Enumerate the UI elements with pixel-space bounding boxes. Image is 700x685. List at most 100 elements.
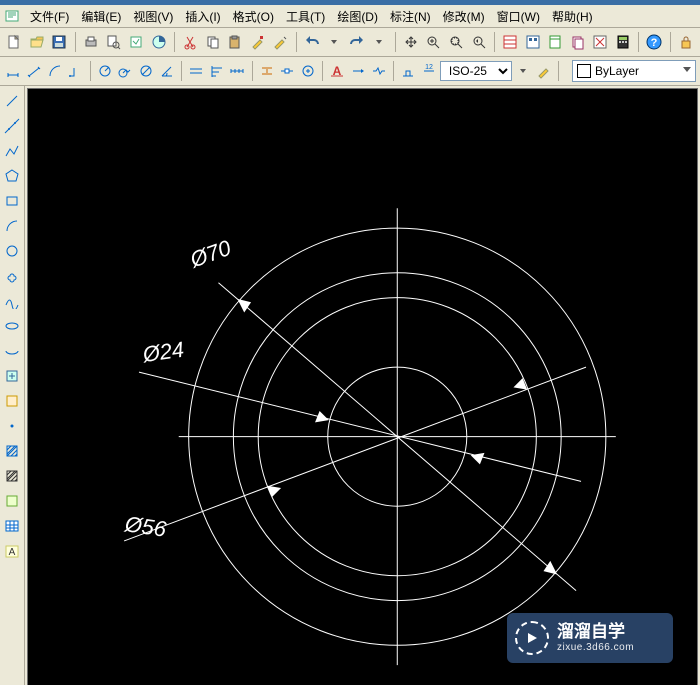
menu-help[interactable]: 帮助(H) xyxy=(546,6,599,27)
dim-aligned-icon[interactable] xyxy=(25,59,44,83)
menu-view[interactable]: 视图(V) xyxy=(127,6,179,27)
zoom-previous-icon[interactable] xyxy=(468,30,489,54)
insert-block-icon[interactable] xyxy=(1,365,23,387)
tool-palette-icon[interactable] xyxy=(545,30,566,54)
ellipse-arc-icon[interactable] xyxy=(1,340,23,362)
dim-angular-icon[interactable] xyxy=(157,59,176,83)
pan-icon[interactable] xyxy=(401,30,422,54)
dim-text-edit-icon[interactable]: 12 xyxy=(419,59,438,83)
svg-text:A: A xyxy=(9,547,16,558)
dim-ordinate-icon[interactable] xyxy=(66,59,85,83)
separator xyxy=(494,32,495,52)
properties-icon[interactable] xyxy=(500,30,521,54)
svg-text:Ø56: Ø56 xyxy=(122,511,168,542)
spline-icon[interactable] xyxy=(1,290,23,312)
plot-icon[interactable] xyxy=(148,30,169,54)
undo-dropdown-icon[interactable] xyxy=(324,30,345,54)
save-icon[interactable] xyxy=(49,30,70,54)
zoom-window-icon[interactable] xyxy=(446,30,467,54)
calculator-icon[interactable] xyxy=(613,30,634,54)
sheet-set-icon[interactable] xyxy=(568,30,589,54)
watermark: 溜溜自学 zixue.3d66.com xyxy=(507,613,673,663)
table-icon[interactable] xyxy=(1,515,23,537)
menu-modify[interactable]: 修改(M) xyxy=(437,6,491,27)
markup-icon[interactable] xyxy=(590,30,611,54)
menu-format[interactable]: 格式(O) xyxy=(227,6,280,27)
menu-edit[interactable]: 编辑(E) xyxy=(75,6,127,27)
menu-bar: 文件(F) 编辑(E) 视图(V) 插入(I) 格式(O) 工具(T) 绘图(D… xyxy=(0,5,700,28)
gradient-icon[interactable] xyxy=(1,465,23,487)
rectangle-icon[interactable] xyxy=(1,190,23,212)
dim-linear-icon[interactable] xyxy=(4,59,23,83)
circle-icon[interactable] xyxy=(1,240,23,262)
arc-icon[interactable] xyxy=(1,215,23,237)
draw-toolbar: A xyxy=(0,86,25,685)
point-icon[interactable] xyxy=(1,415,23,437)
redo-dropdown-icon[interactable] xyxy=(369,30,390,54)
print-preview-icon[interactable] xyxy=(103,30,124,54)
watermark-title: 溜溜自学 xyxy=(557,623,634,642)
watermark-url: zixue.3d66.com xyxy=(557,642,634,653)
open-icon[interactable] xyxy=(27,30,48,54)
dim-arc-icon[interactable] xyxy=(45,59,64,83)
match-prop-icon[interactable] xyxy=(247,30,268,54)
ellipse-icon[interactable] xyxy=(1,315,23,337)
svg-text:?: ? xyxy=(651,37,658,49)
separator xyxy=(181,61,182,81)
revision-cloud-icon[interactable] xyxy=(1,265,23,287)
polygon-icon[interactable] xyxy=(1,165,23,187)
separator xyxy=(174,32,175,52)
cut-icon[interactable] xyxy=(180,30,201,54)
dim-tolerance-icon[interactable] xyxy=(299,59,318,83)
dim-continue-icon[interactable] xyxy=(228,59,247,83)
paste-icon[interactable] xyxy=(225,30,246,54)
dim-jogged-icon[interactable] xyxy=(116,59,135,83)
format-painter-icon[interactable] xyxy=(270,30,291,54)
dim-space-icon[interactable] xyxy=(257,59,276,83)
dim-edit-icon[interactable] xyxy=(399,59,418,83)
dim-update-icon[interactable] xyxy=(535,59,554,83)
dim-style-combo[interactable]: ISO-25 xyxy=(440,61,512,81)
polyline-icon[interactable] xyxy=(1,140,23,162)
menu-insert[interactable]: 插入(I) xyxy=(179,6,226,27)
drawing-canvas[interactable]: Ø70 Ø24 Ø56 溜溜自学 xyxy=(27,88,698,685)
lock-ui-icon[interactable] xyxy=(676,30,697,54)
dim-inspect-icon[interactable] xyxy=(349,59,368,83)
layer-color-label: ByLayer xyxy=(595,64,639,78)
line-icon[interactable] xyxy=(1,90,23,112)
play-icon xyxy=(515,621,549,655)
copy-icon[interactable] xyxy=(202,30,223,54)
layer-color-swatch xyxy=(577,64,591,78)
dim-baseline-icon[interactable] xyxy=(207,59,226,83)
menu-file[interactable]: 文件(F) xyxy=(24,6,75,27)
print-icon[interactable] xyxy=(81,30,102,54)
dim-jogline-icon[interactable] xyxy=(369,59,388,83)
dim-style-dropdown-icon[interactable] xyxy=(514,59,533,83)
zoom-in-icon[interactable] xyxy=(423,30,444,54)
help-icon[interactable]: ? xyxy=(644,30,665,54)
dim-center-icon[interactable]: A xyxy=(328,59,347,83)
menu-tools[interactable]: 工具(T) xyxy=(280,6,331,27)
design-center-icon[interactable] xyxy=(522,30,543,54)
construction-line-icon[interactable] xyxy=(1,115,23,137)
mtext-icon[interactable]: A xyxy=(1,540,23,562)
drawing-svg: Ø70 Ø24 Ø56 xyxy=(28,89,697,685)
dim-quick-icon[interactable] xyxy=(187,59,206,83)
region-icon[interactable] xyxy=(1,490,23,512)
separator xyxy=(638,32,639,52)
dim-diameter-icon[interactable] xyxy=(137,59,156,83)
dim-break-icon[interactable] xyxy=(278,59,297,83)
redo-icon[interactable] xyxy=(347,30,368,54)
undo-icon[interactable] xyxy=(301,30,322,54)
make-block-icon[interactable] xyxy=(1,390,23,412)
separator xyxy=(393,61,394,81)
menu-draw[interactable]: 绘图(D) xyxy=(331,6,384,27)
hatch-icon[interactable] xyxy=(1,440,23,462)
new-icon[interactable] xyxy=(4,30,25,54)
menu-window[interactable]: 窗口(W) xyxy=(491,6,546,27)
layer-color-combo[interactable]: ByLayer xyxy=(572,60,696,82)
dim-radius-icon[interactable] xyxy=(95,59,114,83)
separator xyxy=(558,61,559,81)
menu-dim[interactable]: 标注(N) xyxy=(384,6,437,27)
publish-icon[interactable] xyxy=(126,30,147,54)
